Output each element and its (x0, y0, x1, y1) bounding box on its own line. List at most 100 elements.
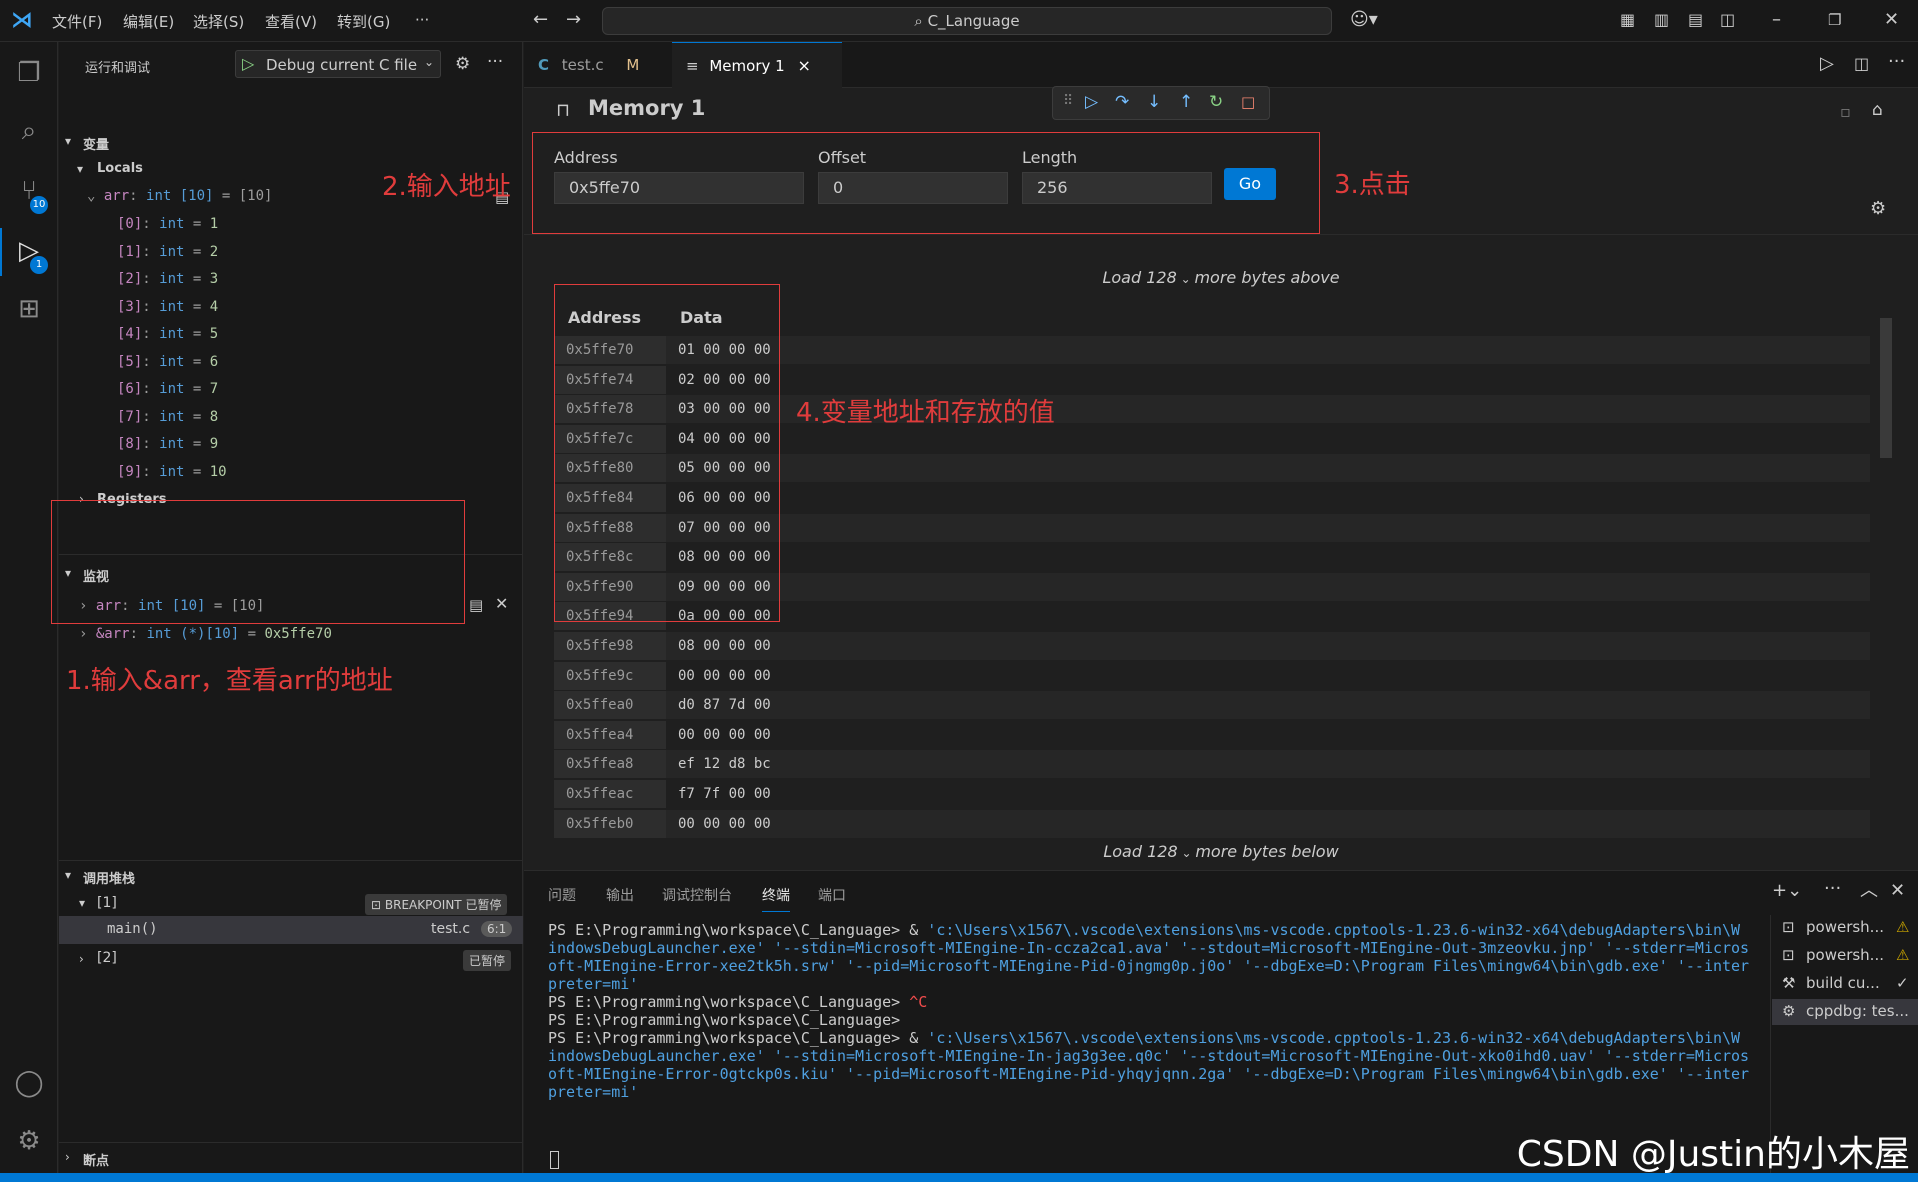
stack-frame-main[interactable]: main() test.c 6:1 (59, 916, 523, 944)
menu-selection[interactable]: 选择(S) (193, 11, 244, 32)
memory-data[interactable]: f7 7f 00 00 (678, 780, 771, 808)
watch-header[interactable]: 监视 (83, 566, 109, 585)
account-icon[interactable]: ◯ (12, 1066, 46, 1100)
toggle-secondary-sidebar-icon[interactable]: ◫ (1720, 10, 1735, 30)
variable-arr[interactable]: ⌄ arr: int [10] = [10] (87, 188, 272, 204)
start-debug-icon[interactable]: ▷ (242, 54, 254, 73)
more-actions-icon[interactable]: ··· (1888, 52, 1905, 72)
restore-icon[interactable]: ❐ (1828, 10, 1841, 30)
terminal-instance[interactable]: ⚙ cppdbg: tes... (1772, 999, 1918, 1025)
extensions-icon[interactable]: ⊞ (12, 292, 46, 326)
watch-item-arr[interactable]: › arr: int [10] = [10] (79, 598, 264, 614)
menu-view[interactable]: 查看(V) (265, 11, 317, 32)
memory-data[interactable]: 09 00 00 00 (678, 573, 771, 601)
toggle-panel-icon[interactable]: ▤ (1688, 10, 1703, 30)
array-element[interactable]: [1]: int = 2 (117, 244, 218, 260)
search-icon[interactable]: ⌕ (12, 114, 46, 148)
memory-data[interactable]: ef 12 d8 bc (678, 750, 771, 778)
continue-icon[interactable]: ▷ (1085, 92, 1098, 112)
memory-row[interactable]: 0x5ffe90 09 00 00 00 (554, 572, 1870, 601)
explorer-icon[interactable]: ❐ (12, 56, 46, 90)
memory-data[interactable]: 08 00 00 00 (678, 543, 771, 571)
array-element[interactable]: [0]: int = 1 (117, 216, 218, 232)
gear-icon[interactable]: ⚙ (455, 54, 470, 74)
scrollbar-thumb[interactable] (1880, 318, 1892, 458)
scrollbar-track[interactable] (1880, 308, 1892, 808)
copilot-icon[interactable]: ☺▾ (1350, 10, 1378, 30)
array-element[interactable]: [2]: int = 3 (117, 271, 218, 287)
open-folder-icon[interactable]: ⌂ (1872, 100, 1883, 120)
memory-data[interactable]: 05 00 00 00 (678, 454, 771, 482)
memory-data[interactable]: d0 87 7d 00 (678, 691, 771, 719)
array-element[interactable]: [7]: int = 8 (117, 409, 218, 425)
terminal-instance[interactable]: ⚒ build cu... ✓ (1772, 971, 1918, 997)
chevron-down-icon[interactable]: ▾ (79, 896, 85, 910)
view-binary-data-icon[interactable]: ▤ (469, 596, 483, 614)
memory-row[interactable]: 0x5ffe70 01 00 00 00 (554, 336, 1870, 364)
memory-row[interactable]: 0x5ffea0 d0 87 7d 00 (554, 691, 1870, 720)
close-window-icon[interactable]: ✕ (1884, 10, 1899, 30)
length-input[interactable]: 256 (1022, 172, 1212, 204)
watch-item-address-of-arr[interactable]: › &arr: int (*)[10] = 0x5ffe70 (79, 626, 332, 642)
new-terminal-icon[interactable]: +⌄ (1772, 881, 1802, 901)
stop-icon[interactable]: □ (1241, 93, 1255, 111)
memory-row[interactable]: 0x5ffe78 03 00 00 00 (554, 395, 1870, 424)
customize-layout-icon[interactable]: ▦ (1620, 10, 1635, 30)
chevron-down-icon[interactable]: ▾ (65, 868, 71, 882)
step-into-icon[interactable]: ↓ (1147, 92, 1161, 112)
load-more-below[interactable]: Load 128 ⌄ more bytes below (524, 842, 1918, 861)
memory-row[interactable]: 0x5ffe98 08 00 00 00 (554, 632, 1870, 660)
chevron-down-icon[interactable]: ▾ (77, 162, 83, 176)
close-tab-icon[interactable]: × (797, 56, 810, 75)
remove-expression-icon[interactable]: ✕ (495, 594, 508, 613)
array-element[interactable]: [4]: int = 5 (117, 326, 218, 342)
load-count[interactable]: 128 (1147, 842, 1178, 861)
drag-handle-icon[interactable]: ⠿ (1063, 93, 1073, 109)
memory-row[interactable]: 0x5ffe7c 04 00 00 00 (554, 424, 1870, 453)
registers-scope[interactable]: Registers (97, 492, 167, 507)
run-icon[interactable]: ▷ (1820, 54, 1834, 74)
memory-data[interactable]: 0a 00 00 00 (678, 602, 771, 630)
array-element[interactable]: [9]: int = 10 (117, 464, 227, 480)
tab-ports[interactable]: 端口 (818, 885, 846, 905)
step-out-icon[interactable]: ↑ (1179, 92, 1193, 112)
memory-row[interactable]: 0x5ffe84 06 00 00 00 (554, 484, 1870, 512)
array-element[interactable]: [3]: int = 4 (117, 299, 218, 315)
chevron-down-icon[interactable]: ▾ (65, 566, 71, 580)
memory-row[interactable]: 0x5ffe9c 00 00 00 00 (554, 661, 1870, 690)
memory-data[interactable]: 07 00 00 00 (678, 514, 771, 542)
maximize-panel-icon[interactable]: ︿ (1860, 881, 1878, 901)
array-element[interactable]: [8]: int = 9 (117, 436, 218, 452)
forward-arrow-icon[interactable]: → (566, 10, 581, 30)
memory-row[interactable]: 0x5ffe88 07 00 00 00 (554, 513, 1870, 542)
memory-data[interactable]: 06 00 00 00 (678, 484, 771, 512)
memory-row[interactable]: 0x5ffea8 ef 12 d8 bc (554, 750, 1870, 779)
step-over-icon[interactable]: ↷ (1115, 92, 1129, 112)
menu-goto[interactable]: 转到(G) (337, 11, 390, 32)
tab-problems[interactable]: 问题 (548, 885, 576, 905)
chevron-right-icon[interactable]: › (65, 1150, 70, 1164)
menu-edit[interactable]: 编辑(E) (123, 11, 174, 32)
memory-row[interactable]: 0x5ffe74 02 00 00 00 (554, 365, 1870, 394)
tab-output[interactable]: 输出 (606, 885, 634, 905)
load-count[interactable]: 128 (1146, 268, 1177, 287)
tab-terminal[interactable]: 终端 (762, 885, 790, 912)
memory-data[interactable]: 08 00 00 00 (678, 632, 771, 660)
settings-gear-icon[interactable]: ⚙ (12, 1124, 46, 1158)
menu-file[interactable]: 文件(F) (52, 11, 102, 32)
toggle-sidebar-icon[interactable]: ▥ (1654, 10, 1669, 30)
memory-data[interactable]: 04 00 00 00 (678, 425, 771, 453)
back-arrow-icon[interactable]: ← (533, 10, 548, 30)
breakpoints-header[interactable]: 断点 (83, 1150, 109, 1169)
tab-test-c[interactable]: C test.c M (524, 42, 672, 88)
memory-row[interactable]: 0x5ffe8c 08 00 00 00 (554, 543, 1870, 572)
settings-gear-icon[interactable]: ⚙ (1870, 198, 1886, 219)
thread-2[interactable]: [2] (97, 950, 117, 966)
command-center-search[interactable]: ⌕ C_Language (602, 7, 1332, 35)
close-panel-icon[interactable]: ✕ (1890, 881, 1905, 901)
chevron-right-icon[interactable]: › (79, 492, 84, 506)
debug-config-select[interactable]: ▷ Debug current C file ⌄ (235, 50, 441, 78)
split-editor-icon[interactable]: ◫ (1854, 54, 1869, 74)
array-element[interactable]: [5]: int = 6 (117, 354, 218, 370)
address-input[interactable]: 0x5ffe70 (554, 172, 804, 204)
